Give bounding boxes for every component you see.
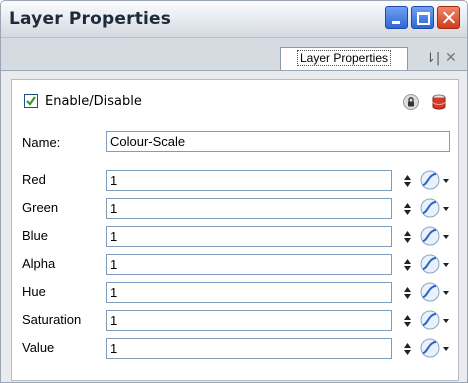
red-dropdown-arrow-icon[interactable]	[443, 179, 449, 183]
alpha-label: Alpha	[22, 256, 56, 271]
saturation-field[interactable]: 1	[106, 310, 392, 331]
alpha-function-curve-icon[interactable]	[420, 254, 440, 274]
name-field[interactable]: Colour-Scale	[106, 131, 450, 152]
tab-strip: Layer Properties ⇂| ✕	[1, 38, 467, 71]
close-button[interactable]	[437, 6, 460, 29]
value-dropdown-arrow-icon[interactable]	[443, 347, 449, 351]
hue-function-curve-icon[interactable]	[420, 282, 440, 302]
red-spinner-arrows-icon[interactable]	[404, 175, 411, 187]
green-dropdown-arrow-icon[interactable]	[443, 207, 449, 211]
saturation-spinner-arrows-icon[interactable]	[404, 315, 411, 327]
value-spinner-arrows-icon[interactable]	[404, 343, 411, 355]
red-label: Red	[22, 172, 46, 187]
alpha-dropdown-arrow-icon[interactable]	[443, 263, 449, 267]
hue-field[interactable]: 1	[106, 282, 392, 303]
minimize-button[interactable]	[385, 6, 408, 29]
hue-dropdown-arrow-icon[interactable]	[443, 291, 449, 295]
red-field[interactable]: 1	[106, 170, 392, 191]
green-function-curve-icon[interactable]	[420, 198, 440, 218]
alpha-spinner-arrows-icon[interactable]	[404, 259, 411, 271]
alpha-field[interactable]: 1	[106, 254, 392, 275]
maximize-button[interactable]	[411, 6, 434, 29]
hue-label: Hue	[22, 284, 46, 299]
layer-properties-window: Layer Properties Layer Properties ⇂| ✕ E…	[0, 0, 468, 383]
blue-label: Blue	[22, 228, 49, 243]
value-label: Value	[22, 340, 55, 355]
checkmark-icon	[26, 96, 36, 106]
properties-panel: Enable/Disable Name: Colour-Scale Red 1 …	[11, 79, 459, 381]
green-label: Green	[22, 200, 59, 215]
tab-close-icon[interactable]: ✕	[445, 50, 457, 66]
hue-spinner-arrows-icon[interactable]	[404, 287, 411, 299]
window-title: Layer Properties	[9, 9, 172, 29]
tab-label: Layer Properties	[296, 50, 392, 66]
saturation-label: Saturation	[22, 312, 82, 327]
enable-disable-label: Enable/Disable	[45, 94, 142, 109]
blue-field[interactable]: 1	[106, 226, 392, 247]
green-spinner-arrows-icon[interactable]	[404, 203, 411, 215]
blue-function-curve-icon[interactable]	[420, 226, 440, 246]
value-field[interactable]: 1	[106, 338, 392, 359]
blue-dropdown-arrow-icon[interactable]	[443, 235, 449, 239]
tab-menu-icon[interactable]: ⇂|	[425, 51, 440, 66]
lock-icon[interactable]	[403, 94, 419, 110]
blue-spinner-arrows-icon[interactable]	[404, 231, 411, 243]
value-function-curve-icon[interactable]	[420, 338, 440, 358]
title-bar[interactable]: Layer Properties	[1, 1, 467, 38]
enable-checkbox[interactable]	[24, 94, 38, 108]
name-label: Name:	[22, 135, 61, 150]
red-function-curve-icon[interactable]	[420, 170, 440, 190]
saturation-dropdown-arrow-icon[interactable]	[443, 319, 449, 323]
saturation-function-curve-icon[interactable]	[420, 310, 440, 330]
database-icon[interactable]	[432, 94, 446, 110]
green-field[interactable]: 1	[106, 198, 392, 219]
tab-layer-properties[interactable]: Layer Properties	[280, 47, 408, 70]
